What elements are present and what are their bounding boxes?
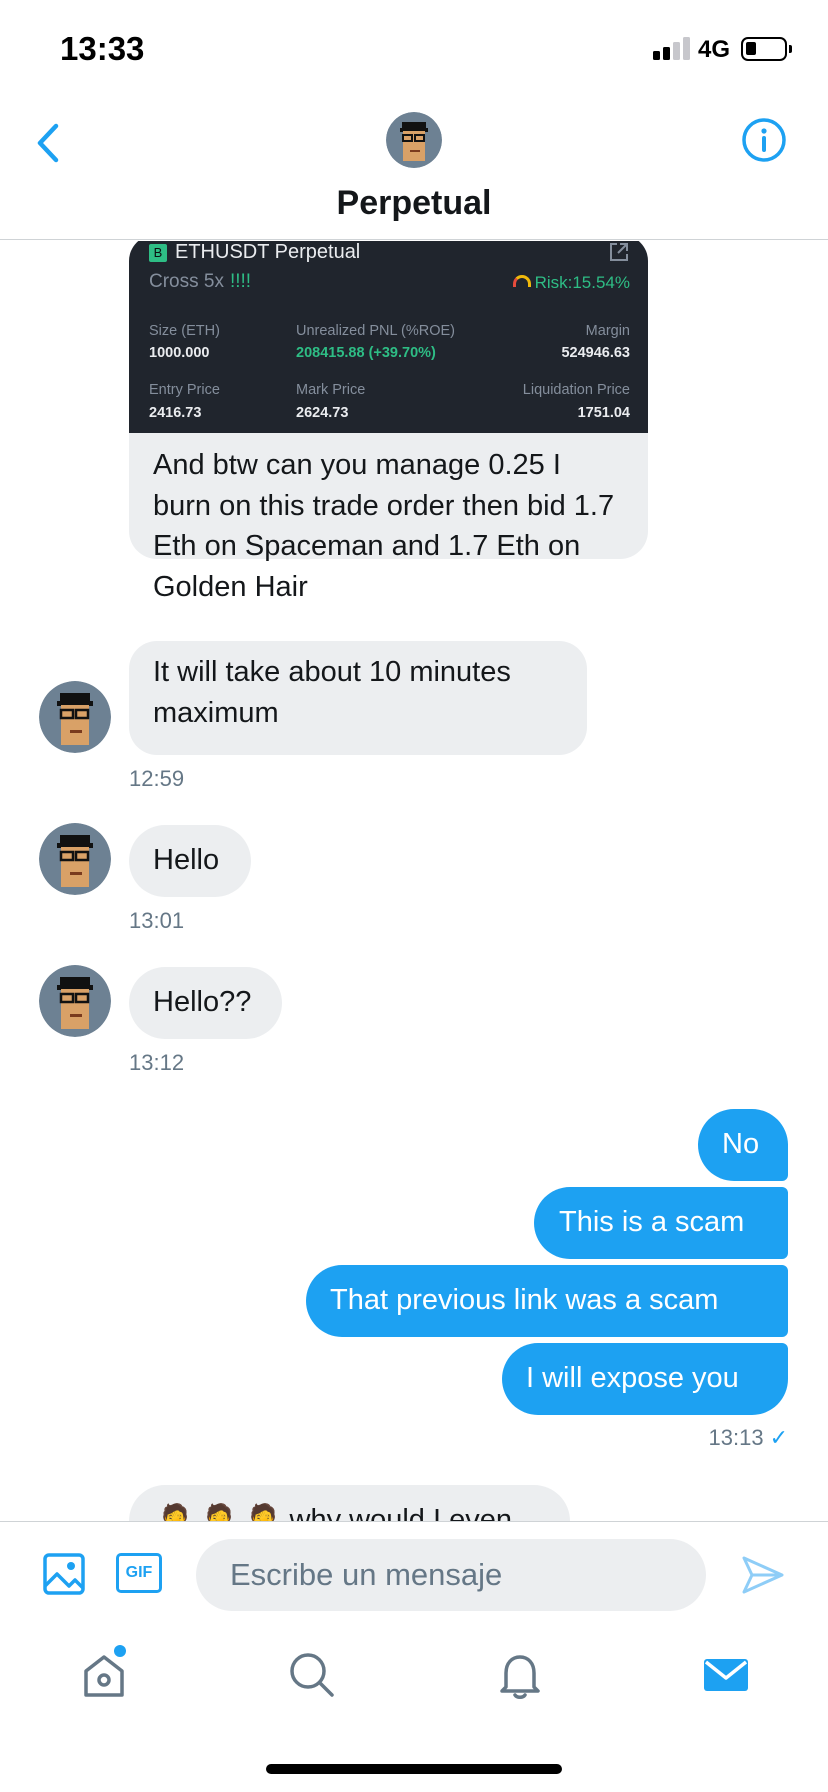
margin-mode: Cross 5x!!!! — [149, 271, 252, 292]
gif-button[interactable]: GIF — [116, 1553, 162, 1593]
external-link-icon — [610, 243, 628, 261]
margin-label: Margin — [585, 323, 630, 339]
message-bubble-incoming[interactable]: It will take about 10 minutes maximum — [129, 641, 587, 755]
warning-marks: !!!! — [229, 271, 252, 292]
messages-icon[interactable] — [700, 1649, 752, 1701]
status-bar: 13:33 4G — [0, 0, 828, 96]
avatar[interactable] — [39, 823, 111, 895]
binance-badge-icon: B — [149, 244, 167, 262]
risk-indicator: Risk:15.54% — [512, 273, 630, 293]
message-bubble-outgoing[interactable]: I will expose you — [502, 1343, 788, 1415]
message-composer: GIF — [0, 1521, 828, 1623]
home-icon[interactable] — [78, 1649, 130, 1701]
gauge-icon — [512, 275, 531, 287]
avatar[interactable] — [39, 965, 111, 1037]
chevron-left-icon[interactable] — [30, 118, 70, 168]
home-indicator — [266, 1764, 562, 1774]
mark-price-value: 2624.73 — [296, 405, 349, 421]
margin-value: 524946.63 — [561, 345, 630, 361]
message-input[interactable] — [196, 1539, 706, 1611]
page-title[interactable]: Perpetual — [0, 184, 828, 223]
message-bubble-outgoing[interactable]: That previous link was a scam — [306, 1265, 788, 1337]
size-label: Size (ETH) — [149, 323, 220, 339]
message-timestamp: 13:01 — [129, 908, 185, 933]
battery-icon — [741, 37, 787, 61]
info-icon[interactable] — [740, 116, 788, 164]
home-notification-dot — [114, 1645, 126, 1657]
message-timestamp: 12:59 — [129, 766, 185, 791]
pnl-label: Unrealized PNL (%ROE) — [296, 323, 456, 339]
avatar[interactable] — [39, 681, 111, 753]
read-check-icon: ✓ — [769, 1425, 788, 1450]
message-bubble-outgoing[interactable]: No — [698, 1109, 788, 1181]
battery-tip — [789, 45, 792, 53]
message-timestamp: 13:13 ✓ — [708, 1425, 789, 1450]
image-icon[interactable] — [42, 1552, 86, 1596]
message-bubble-incoming[interactable]: Hello — [129, 825, 251, 897]
message-bubble-incoming[interactable]: Hello?? — [129, 967, 282, 1039]
message-bubble-incoming[interactable]: 🤦 🤦 🤦 why would I even — [129, 1485, 570, 1521]
cellular-signal-icon — [653, 36, 691, 60]
conversation-header: Perpetual — [0, 96, 828, 240]
notifications-icon[interactable] — [494, 1649, 546, 1701]
message-bubble-outgoing[interactable]: This is a scam — [534, 1187, 788, 1259]
status-time: 13:33 — [60, 30, 145, 67]
trade-pair: B ETHUSDT Perpetual — [149, 241, 360, 264]
message-list[interactable]: B ETHUSDT Perpetual Cross 5x!!!! Risk:15.… — [0, 241, 828, 1521]
entry-price-label: Entry Price — [149, 382, 220, 398]
mark-price-label: Mark Price — [296, 382, 366, 398]
size-value: 1000.000 — [149, 345, 210, 361]
trade-screenshot-image[interactable]: B ETHUSDT Perpetual Cross 5x!!!! Risk:15.… — [129, 241, 648, 433]
entry-price-value: 2416.73 — [149, 405, 202, 421]
send-icon[interactable] — [740, 1552, 786, 1598]
message-bubble-incoming[interactable]: And btw can you manage 0.25 I burn on th… — [129, 433, 648, 603]
avatar[interactable] — [386, 112, 442, 168]
liquidation-price-value: 1751.04 — [577, 405, 630, 421]
pnl-value: 208415.88 (+39.70%) — [296, 345, 436, 361]
search-icon[interactable] — [286, 1649, 338, 1701]
message-timestamp: 13:12 — [129, 1050, 185, 1075]
network-type: 4G — [698, 36, 731, 63]
liquidation-price-label: Liquidation Price — [522, 382, 630, 398]
